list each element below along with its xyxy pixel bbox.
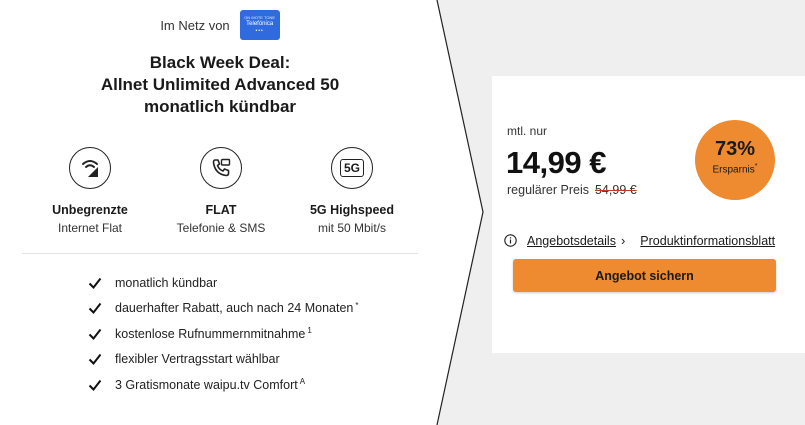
check-icon (88, 328, 102, 340)
regular-price-row: regulärer Preis 54,99 € (507, 183, 637, 197)
feature-title: FLAT (205, 203, 237, 217)
feature-subtitle: Telefonie & SMS (176, 221, 266, 235)
secure-offer-button[interactable]: Angebot sichern (513, 259, 776, 292)
check-icon (88, 277, 102, 289)
info-icon[interactable] (504, 234, 517, 247)
savings-percent: 73% (714, 138, 756, 160)
network-row: Im Netz von ON MOTE TONE Telefónica ••• (0, 10, 440, 40)
benefits-list: monatlich kündbar dauerhafter Rabatt, au… (88, 270, 359, 398)
telefonica-logo: ON MOTE TONE Telefónica ••• (239, 10, 280, 40)
phone-message-icon (200, 147, 242, 189)
check-icon (88, 303, 102, 315)
price-card: mtl. nur 14,99 € regulärer Preis 54,99 € … (492, 76, 805, 353)
list-item: 3 Gratismonate waipu.tv Comfort A (88, 372, 359, 398)
list-item: dauerhafter Rabatt, auch nach 24 Monaten… (88, 296, 359, 322)
feature-internet: Unbegrenzte Internet Flat (20, 147, 160, 235)
feature-telephony: FLAT Telefonie & SMS (151, 147, 291, 235)
offer-panel: Im Netz von ON MOTE TONE Telefónica ••• … (0, 0, 485, 425)
network-label: Im Netz von (160, 17, 230, 33)
price: 14,99 € (506, 145, 606, 180)
feature-5g: 5G 5G Highspeed mit 50 Mbit/s (282, 147, 422, 235)
5g-icon: 5G (331, 147, 373, 189)
signal-icon (69, 147, 111, 189)
chevron-right-icon: › (620, 233, 626, 248)
savings-badge: 73% Ersparnis* (695, 120, 775, 200)
feature-subtitle: Internet Flat (57, 221, 123, 235)
links-row: Angebotsdetails › Produktinformationsbla… (504, 233, 775, 248)
list-item: monatlich kündbar (88, 270, 359, 296)
list-item: flexibler Vertragsstart wählbar (88, 347, 359, 373)
divider (22, 253, 418, 254)
list-item: kostenlose Rufnummernmitnahme 1 (88, 321, 359, 347)
offer-details-link[interactable]: Angebotsdetails (527, 234, 616, 248)
product-info-link[interactable]: Produktinformationsblatt (640, 234, 775, 248)
feature-title: Unbegrenzte (52, 203, 128, 217)
deal-title: Black Week Deal: Allnet Unlimited Advanc… (100, 53, 340, 116)
check-icon (88, 354, 102, 366)
monthly-label: mtl. nur (507, 124, 548, 138)
check-icon (88, 379, 102, 391)
feature-subtitle: mit 50 Mbit/s (317, 221, 386, 235)
savings-label: Ersparnis (712, 164, 755, 176)
feature-title: 5G Highspeed (309, 203, 395, 217)
old-price: 54,99 € (594, 183, 637, 197)
